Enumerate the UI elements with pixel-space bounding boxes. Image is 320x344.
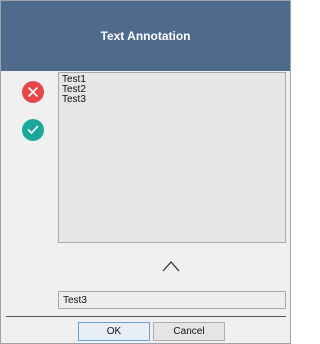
divider bbox=[6, 316, 286, 317]
check-icon bbox=[27, 125, 39, 134]
cancel-button[interactable]: Cancel bbox=[153, 322, 225, 341]
dialog-titlebar: Text Annotation bbox=[1, 1, 290, 71]
list-item[interactable]: Test1 bbox=[62, 75, 282, 85]
move-up-button[interactable] bbox=[161, 259, 181, 273]
delete-annotation-button[interactable] bbox=[22, 81, 44, 103]
text-annotation-dialog: Text Annotation Test1 Test2 Test3 OK Can… bbox=[0, 0, 291, 344]
dialog-title: Text Annotation bbox=[100, 29, 191, 43]
close-icon bbox=[28, 87, 38, 97]
chevron-up-icon bbox=[162, 261, 180, 272]
annotation-text-input[interactable] bbox=[58, 291, 286, 309]
annotation-list[interactable]: Test1 Test2 Test3 bbox=[58, 72, 286, 243]
accept-annotation-button[interactable] bbox=[22, 119, 44, 141]
list-item[interactable]: Test2 bbox=[62, 85, 282, 95]
ok-button[interactable]: OK bbox=[78, 322, 150, 341]
list-item[interactable]: Test3 bbox=[62, 95, 282, 105]
